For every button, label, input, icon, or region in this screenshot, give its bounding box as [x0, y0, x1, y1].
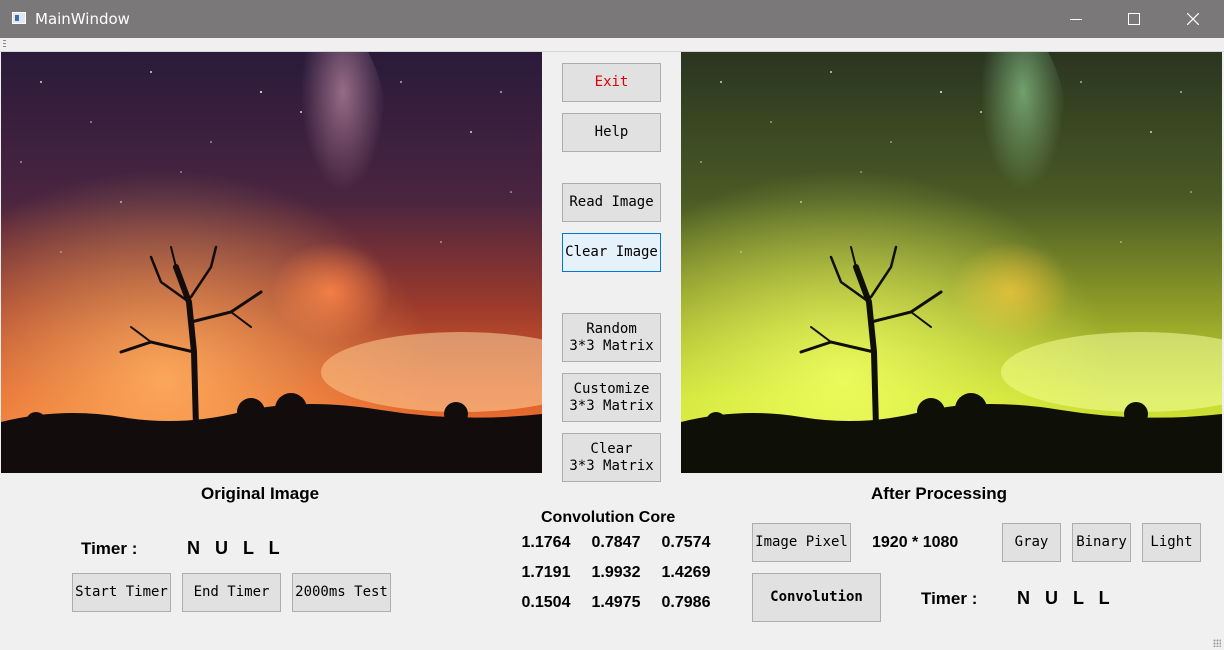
random-matrix-line2: 3*3 Matrix	[569, 337, 654, 354]
image-pixel-value: 1920 * 1080	[872, 534, 959, 551]
read-image-button[interactable]: Read Image	[562, 183, 661, 222]
clear-matrix-line1: Clear	[590, 440, 633, 457]
matrix-cell-r1c0: 1.7191	[521, 564, 571, 581]
matrix-cell-r2c1: 1.4975	[591, 594, 641, 611]
left-timer-value: N U L L	[187, 538, 285, 558]
original-image-caption: Original Image	[201, 484, 320, 503]
clear-image-button[interactable]: Clear Image	[562, 233, 661, 272]
maximize-icon	[1128, 13, 1140, 25]
binary-button[interactable]: Binary	[1072, 523, 1131, 562]
left-timer-label: Timer :	[81, 539, 138, 558]
gray-button[interactable]: Gray	[1002, 523, 1061, 562]
convolution-core-title: Convolution Core	[541, 509, 676, 526]
customize-matrix-line2: 3*3 Matrix	[569, 397, 654, 414]
close-button[interactable]	[1164, 0, 1222, 38]
matrix-cell-r0c1: 0.7847	[591, 534, 641, 551]
window-title: MainWindow	[35, 10, 130, 28]
clear-matrix-line2: 3*3 Matrix	[569, 457, 654, 474]
minimize-icon	[1070, 19, 1082, 20]
random-matrix-button[interactable]: Random 3*3 Matrix	[562, 313, 661, 362]
processed-night-sky-photo	[681, 52, 1222, 473]
maximize-button[interactable]	[1105, 0, 1163, 38]
title-bar: MainWindow	[0, 0, 1224, 38]
resize-grip-icon[interactable]	[1213, 639, 1221, 647]
exit-button[interactable]: Exit	[562, 63, 661, 102]
original-image-view	[1, 52, 542, 473]
right-timer-value: N U L L	[1017, 588, 1115, 608]
customize-matrix-button[interactable]: Customize 3*3 Matrix	[562, 373, 661, 422]
matrix-cell-r1c2: 1.4269	[661, 564, 711, 581]
matrix-cell-r0c0: 1.1764	[521, 534, 571, 551]
toolbar-strip	[0, 38, 1224, 52]
close-icon	[1187, 13, 1199, 25]
app-window-icon	[12, 12, 26, 24]
convolution-button[interactable]: Convolution	[752, 573, 881, 622]
matrix-cell-r0c2: 0.7574	[661, 534, 711, 551]
after-processing-caption: After Processing	[871, 484, 1008, 503]
right-timer-label: Timer :	[921, 589, 978, 608]
matrix-cell-r2c2: 0.7986	[661, 594, 711, 611]
random-matrix-line1: Random	[586, 320, 637, 337]
night-sky-photo	[1, 52, 542, 473]
light-button[interactable]: Light	[1142, 523, 1201, 562]
processed-image-view	[681, 52, 1222, 473]
matrix-cell-r2c0: 0.1504	[521, 594, 571, 611]
minimize-button[interactable]	[1047, 0, 1105, 38]
matrix-cell-r1c1: 1.9932	[591, 564, 641, 581]
toolbar-grip-icon[interactable]	[3, 40, 6, 48]
help-button[interactable]: Help	[562, 113, 661, 152]
image-pixel-button[interactable]: Image Pixel	[752, 523, 851, 562]
clear-matrix-button[interactable]: Clear 3*3 Matrix	[562, 433, 661, 482]
start-timer-button[interactable]: Start Timer	[72, 573, 171, 612]
end-timer-button[interactable]: End Timer	[182, 573, 281, 612]
test-2000ms-button[interactable]: 2000ms Test	[292, 573, 391, 612]
customize-matrix-line1: Customize	[573, 380, 650, 397]
